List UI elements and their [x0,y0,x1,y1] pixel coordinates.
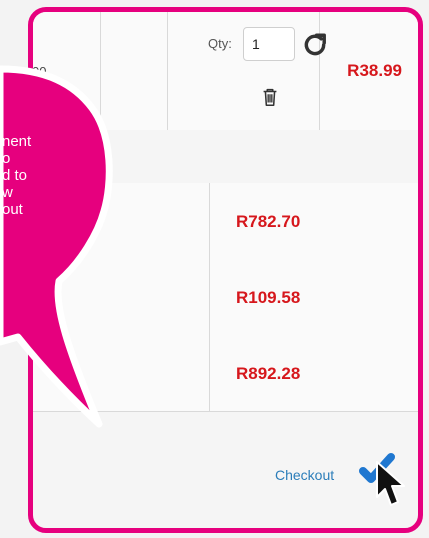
totals-row: R109.58 [33,259,418,336]
trash-icon[interactable] [259,85,281,109]
totals-row: R892.28 [33,335,418,412]
totals-label-cell [33,183,210,259]
table-gap [33,130,418,184]
checkout-button[interactable]: Checkout [275,467,334,483]
tax-value: R109.58 [236,288,301,307]
totals-row: R782.70 [33,183,418,260]
totals-label-cell [33,259,210,335]
quantity-cell: Qty: [168,12,326,130]
totals-value-cell: R892.28 [210,335,418,411]
cart-panel: 00 Qty: R38.99 [28,7,423,533]
grand-total-value: R892.28 [236,364,301,383]
checkmark-icon[interactable] [357,448,397,488]
price-cell: R38.99 [320,12,418,130]
checkout-area: Checkout [275,453,401,499]
totals-value-cell: R782.70 [210,183,418,259]
totals-label-cell [33,335,210,411]
cart-item-row: 00 Qty: R38.99 [32,12,418,131]
item-price: R38.99 [347,61,402,80]
item-partial-value: 00 [32,64,47,79]
quantity-input[interactable] [243,27,295,61]
item-cell-empty [101,12,168,130]
subtotal-value: R782.70 [236,212,301,231]
totals-value-cell: R109.58 [210,259,418,335]
item-cell-truncated: 00 [32,12,101,130]
quantity-label: Qty: [208,36,232,51]
